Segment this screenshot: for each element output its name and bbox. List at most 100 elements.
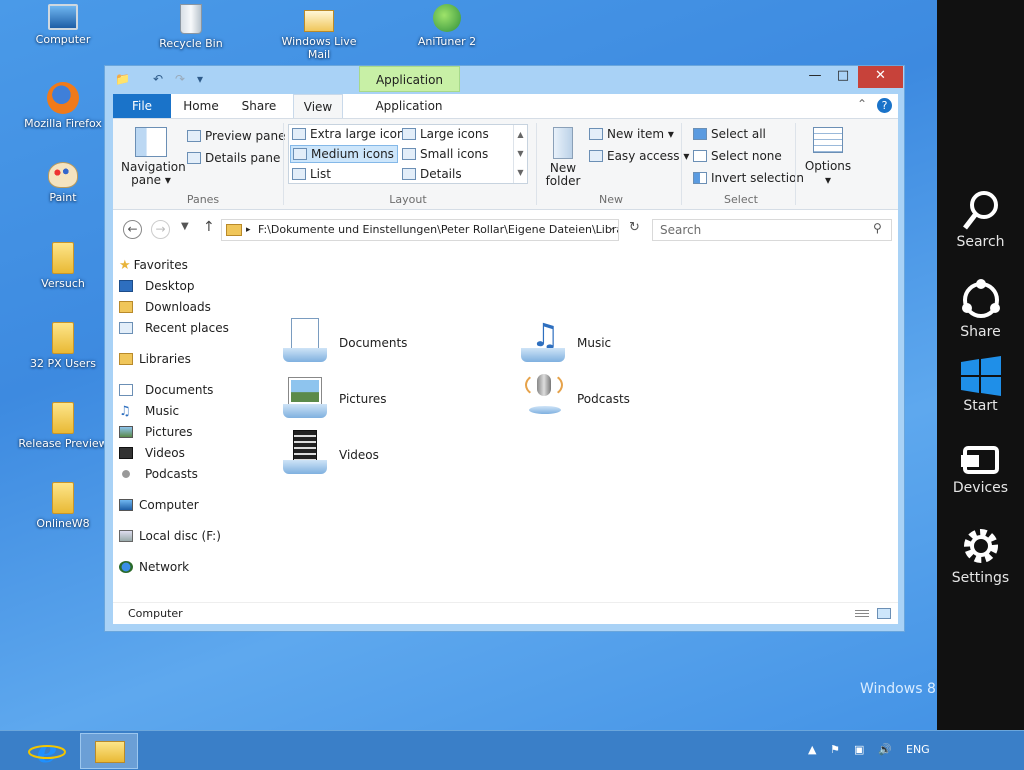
navigation-pane-button[interactable]: Navigation pane ▾: [121, 127, 186, 187]
tab-file[interactable]: File: [113, 94, 171, 118]
charm-settings[interactable]: Settings: [937, 524, 1024, 586]
chevron-down-icon[interactable]: ▾: [197, 72, 203, 86]
nav-podcasts[interactable]: Podcasts: [119, 467, 198, 481]
minimize-ribbon-icon[interactable]: ⌃: [857, 97, 867, 111]
easy-access-button[interactable]: Easy access ▾: [589, 149, 689, 163]
nav-downloads[interactable]: Downloads: [119, 300, 211, 314]
back-icon[interactable]: ←: [123, 220, 142, 239]
charm-devices[interactable]: Devices: [937, 442, 1024, 496]
anituner-icon: [433, 4, 461, 32]
nav-recent-places[interactable]: Recent places: [119, 321, 229, 335]
recycle-bin-icon: [180, 4, 202, 34]
status-text: Computer: [128, 607, 183, 620]
nav-network[interactable]: Network: [119, 560, 189, 574]
redo-icon[interactable]: ↷: [175, 72, 185, 86]
layout-extra-large-icons[interactable]: Extra large icons: [292, 127, 411, 141]
desktop-icon-windows-live-mail[interactable]: Windows Live Mail: [274, 4, 364, 61]
show-hidden-icons-icon[interactable]: ▲: [808, 743, 816, 756]
language-indicator[interactable]: ENG: [906, 743, 930, 756]
invert-selection-button[interactable]: Invert selection: [693, 171, 804, 185]
charm-search[interactable]: Search: [937, 188, 1024, 250]
desktop-icon-label: OnlineW8: [36, 517, 90, 530]
nav-music[interactable]: ♫ Music: [119, 404, 179, 419]
new-folder-button[interactable]: New folder: [541, 127, 585, 188]
nav-documents[interactable]: Documents: [119, 383, 213, 397]
select-none-button[interactable]: Select none: [693, 149, 782, 163]
network-icon[interactable]: ▣: [854, 743, 864, 756]
close-button[interactable]: ✕: [858, 66, 903, 88]
explorer-body: ★ Favorites Desktop Downloads Recent plac…: [113, 248, 898, 602]
up-icon[interactable]: ↑: [203, 219, 215, 235]
desktop-icon-release-preview[interactable]: Release Preview: [18, 402, 108, 450]
undo-icon[interactable]: ↶: [153, 72, 163, 86]
documents-icon: [119, 384, 133, 396]
desktop-icon-computer[interactable]: Computer: [18, 4, 108, 46]
address-dropdown-icon[interactable]: ⌄: [607, 222, 615, 233]
layout-list[interactable]: List: [292, 167, 331, 181]
refresh-icon[interactable]: ↻: [629, 220, 640, 235]
layout-large-icons[interactable]: Large icons: [402, 127, 489, 141]
recent-locations-icon[interactable]: ▼: [181, 221, 189, 232]
help-icon[interactable]: ?: [877, 98, 892, 113]
devices-icon: [960, 446, 999, 474]
desktop-icon-recycle-bin[interactable]: Recycle Bin: [146, 4, 236, 50]
forward-icon[interactable]: →: [151, 220, 170, 239]
tab-view[interactable]: View: [293, 94, 343, 119]
nav-favorites[interactable]: ★ Favorites: [119, 258, 188, 273]
select-all-button[interactable]: Select all: [693, 127, 766, 141]
desktop-icon-firefox[interactable]: Mozilla Firefox: [18, 82, 108, 130]
layout-details[interactable]: Details: [402, 167, 462, 181]
preview-pane-button[interactable]: Preview pane: [187, 129, 285, 143]
charms-bar: Search Share Start Devices Settings: [937, 0, 1024, 730]
title-bar[interactable]: 📁 ↶ ↷ ▾ Application Tools — □ ✕: [105, 66, 904, 113]
nav-desktop[interactable]: Desktop: [119, 279, 195, 293]
charm-start[interactable]: Start: [937, 356, 1024, 414]
computer-icon: [48, 4, 78, 30]
taskbar: e ▲ ⚑ ▣ 🔊 ENG: [0, 730, 1024, 770]
tab-home[interactable]: Home: [175, 94, 227, 118]
layout-medium-icons[interactable]: Medium icons: [290, 145, 398, 163]
star-icon: ★: [119, 258, 131, 273]
charm-share[interactable]: Share: [937, 278, 1024, 340]
library-label: Documents: [339, 336, 408, 350]
network-icon: [119, 561, 133, 573]
group-label-panes: Panes: [186, 193, 220, 206]
divider: [681, 123, 682, 205]
taskbar-internet-explorer[interactable]: e: [18, 732, 76, 770]
desktop-icon-32px-users[interactable]: 32 PX Users: [18, 322, 108, 370]
volume-icon[interactable]: 🔊: [878, 743, 892, 756]
options-button[interactable]: Options ▾: [803, 127, 853, 187]
nav-libraries[interactable]: Libraries: [119, 352, 191, 366]
desktop-icon-onlinew8[interactable]: OnlineW8: [18, 482, 108, 530]
documents-library-icon: [283, 318, 327, 364]
action-center-flag-icon[interactable]: ⚑: [830, 743, 840, 756]
desktop-icon-anituner[interactable]: AniTuner 2: [402, 4, 492, 48]
easy-access-icon: [589, 150, 603, 162]
desktop-icon-label: Recycle Bin: [159, 37, 223, 50]
details-view-icon[interactable]: [855, 608, 869, 619]
layout-small-icons[interactable]: Small icons: [402, 147, 488, 161]
search-input[interactable]: Search: [652, 219, 892, 241]
gallery-scrollbar[interactable]: ▲ ▼ ▼: [513, 125, 527, 183]
minimize-button[interactable]: —: [801, 66, 829, 88]
library-label: Pictures: [339, 392, 387, 406]
nav-computer[interactable]: Computer: [119, 498, 199, 512]
nav-videos[interactable]: Videos: [119, 446, 185, 460]
tab-application[interactable]: Application: [359, 94, 459, 118]
folder-icon[interactable]: 📁: [115, 72, 130, 86]
nav-local-disc[interactable]: Local disc (F:): [119, 529, 221, 543]
maximize-button[interactable]: □: [829, 66, 857, 88]
desktop-icon-versuch[interactable]: Versuch: [18, 242, 108, 290]
group-label-select: Select: [724, 193, 758, 206]
nav-pictures[interactable]: Pictures: [119, 425, 193, 439]
desktop-icon-paint[interactable]: Paint: [18, 162, 108, 204]
podcasts-icon: [119, 468, 133, 480]
extra-large-icons-icon: [292, 128, 306, 140]
tab-share[interactable]: Share: [233, 94, 285, 118]
address-bar[interactable]: ▸ F:\Dokumente und Einstellungen\Peter R…: [221, 219, 619, 241]
search-icon[interactable]: ⚲: [873, 221, 882, 235]
taskbar-file-explorer[interactable]: [80, 733, 138, 769]
new-item-button[interactable]: New item ▾: [589, 127, 674, 141]
details-pane-button[interactable]: Details pane: [187, 151, 280, 165]
large-icons-view-icon[interactable]: [877, 608, 891, 619]
